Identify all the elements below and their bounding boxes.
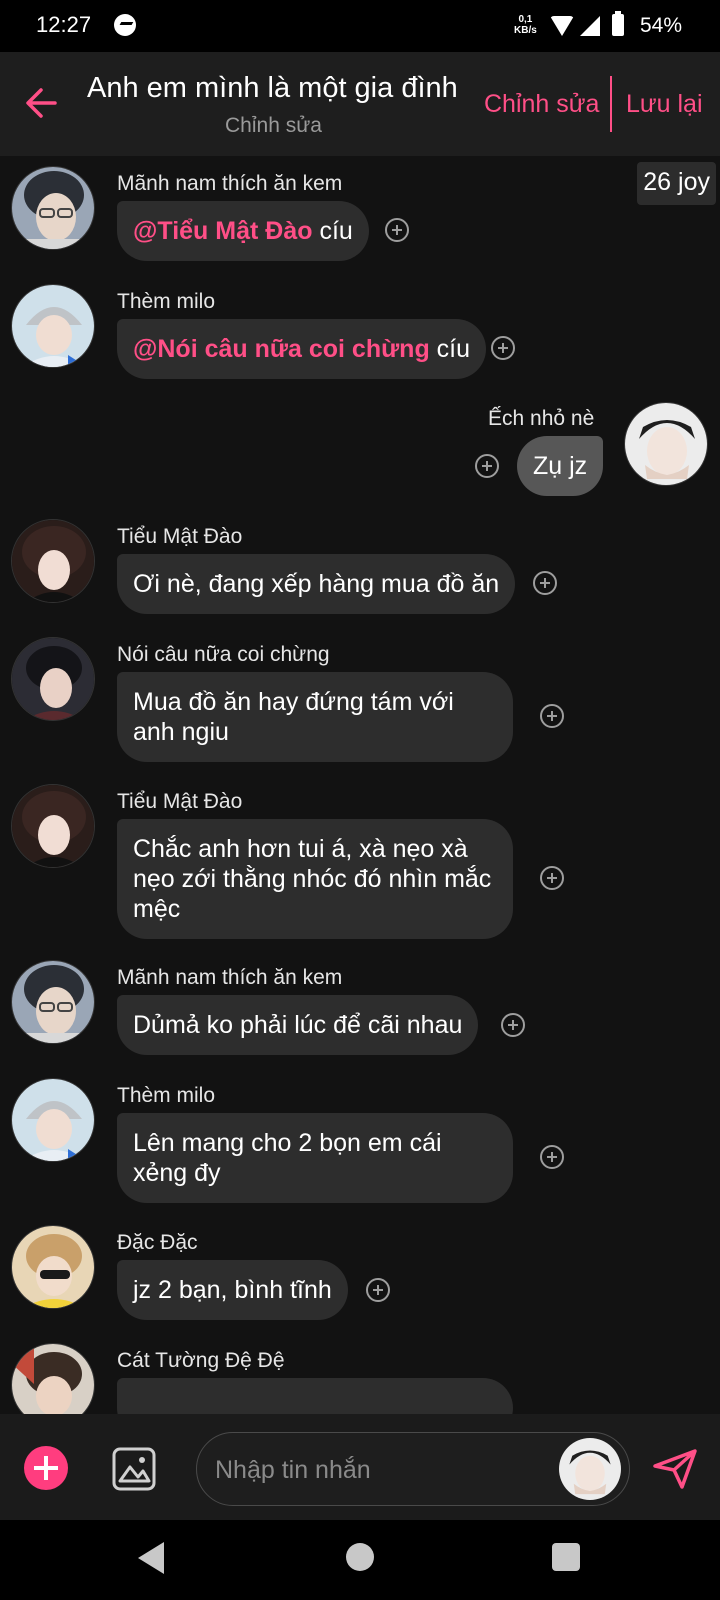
sender-name: Thèm milo (117, 1084, 216, 1107)
battery-icon (612, 11, 624, 36)
send-icon[interactable] (652, 1448, 698, 1490)
add-reaction-icon[interactable] (475, 454, 499, 478)
avatar[interactable] (11, 1225, 95, 1309)
chat-area[interactable]: 26 joy Mãnh nam thích ăn kem @Tiểu Mật Đ… (0, 156, 720, 1414)
status-time: 12:27 (36, 12, 92, 37)
network-speed-value: 0,1 (518, 14, 533, 25)
message-text: jz 2 bạn, bình tĩnh (133, 1276, 332, 1304)
message-bubble[interactable]: Dủmả ko phải lúc để cãi nhau (117, 995, 479, 1055)
message-input[interactable] (215, 1453, 535, 1487)
add-attachment-button[interactable] (24, 1446, 68, 1490)
edit-button[interactable]: Chỉnh sửa (484, 90, 599, 119)
message-text: cíu (429, 335, 471, 363)
battery-percent: 54% (640, 14, 683, 37)
nav-home-icon[interactable] (346, 1543, 374, 1571)
avatar[interactable] (11, 637, 95, 721)
message-bubble[interactable]: Mua đồ ăn hay đứng tám với anh ngiu (117, 672, 513, 762)
chat-header: Anh em mình là một gia đình Chỉnh sửa Ch… (0, 52, 720, 156)
nav-back-icon[interactable] (138, 1542, 164, 1574)
message-bubble[interactable] (117, 1378, 513, 1414)
message-input-wrapper[interactable] (196, 1432, 630, 1506)
message-bubble[interactable]: Zụ jz (517, 436, 604, 496)
back-arrow-icon[interactable] (24, 86, 58, 120)
message-text: Zụ jz (533, 452, 588, 480)
message-bubble[interactable]: Lên mang cho 2 bọn em cái xẻng đy (117, 1113, 513, 1203)
message-text: Chắc anh hơn tui á, xà nẹo xà nẹo zới th… (133, 835, 492, 923)
avatar[interactable] (11, 166, 95, 250)
add-reaction-icon[interactable] (540, 704, 564, 728)
group-title: Anh em mình là một gia đình (87, 72, 458, 104)
avatar[interactable] (624, 402, 708, 486)
message-text: Mua đồ ăn hay đứng tám với anh ngiu (133, 688, 454, 746)
message-bubble[interactable]: jz 2 bạn, bình tĩnh (117, 1260, 348, 1320)
joy-badge: 26 joy (637, 162, 716, 205)
message-bubble[interactable]: @Nói câu nữa coi chừng cíu (117, 319, 487, 379)
avatar[interactable] (11, 1343, 95, 1414)
network-speed-unit: KB/s (514, 25, 537, 36)
message-bubble[interactable]: Chắc anh hơn tui á, xà nẹo xà nẹo zới th… (117, 819, 513, 939)
sender-name: Tiểu Mật Đào (117, 525, 243, 548)
add-reaction-icon[interactable] (501, 1013, 525, 1037)
image-icon[interactable] (112, 1447, 156, 1491)
messenger-icon (114, 14, 136, 36)
mention-link[interactable]: @Nói câu nữa coi chừng (133, 335, 430, 363)
message-text: cíu (312, 217, 353, 245)
message-text: Lên mang cho 2 bọn em cái xẻng đy (133, 1129, 442, 1187)
mention-link[interactable]: @Tiểu Mật Đào (133, 217, 313, 245)
sender-name: Ếch nhỏ nè (488, 407, 595, 430)
avatar[interactable] (11, 960, 95, 1044)
sender-name: Đặc Đặc (117, 1231, 198, 1254)
nav-recents-icon[interactable] (552, 1543, 580, 1571)
add-reaction-icon[interactable] (533, 571, 557, 595)
sender-name: Thèm milo (117, 290, 216, 313)
avatar[interactable] (11, 1078, 95, 1162)
add-reaction-icon[interactable] (540, 866, 564, 890)
avatar[interactable] (11, 784, 95, 868)
message-bubble[interactable]: @Tiểu Mật Đào cíu (117, 201, 369, 261)
add-reaction-icon[interactable] (491, 336, 515, 360)
add-reaction-icon[interactable] (366, 1278, 390, 1302)
status-bar: 12:27 0,1 KB/s 54% (0, 0, 720, 52)
group-subtitle: Chỉnh sửa (225, 114, 322, 137)
avatar[interactable] (11, 519, 95, 603)
message-bubble[interactable]: Ơi nè, đang xếp hàng mua đồ ăn (117, 554, 516, 614)
save-button[interactable]: Lưu lại (626, 90, 703, 119)
message-text: Dủmả ko phải lúc để cãi nhau (133, 1011, 463, 1039)
message-text: Ơi nè, đang xếp hàng mua đồ ăn (133, 570, 500, 598)
add-reaction-icon[interactable] (540, 1145, 564, 1169)
sender-name: Tiểu Mật Đào (117, 790, 243, 813)
sender-name: Mãnh nam thích ăn kem (117, 966, 343, 989)
add-reaction-icon[interactable] (385, 218, 409, 242)
wifi-icon (550, 16, 574, 36)
message-composer (0, 1414, 720, 1520)
signal-icon (580, 16, 600, 36)
system-navbar (0, 1520, 720, 1600)
sender-name: Nói câu nữa coi chừng (117, 643, 330, 666)
sender-name: Mãnh nam thích ăn kem (117, 172, 343, 195)
network-speed: 0,1 KB/s (514, 14, 537, 36)
header-divider (610, 76, 612, 132)
avatar[interactable] (11, 284, 95, 368)
sender-name: Cát Tường Đệ Đệ (117, 1349, 285, 1372)
avatar[interactable] (559, 1438, 621, 1500)
